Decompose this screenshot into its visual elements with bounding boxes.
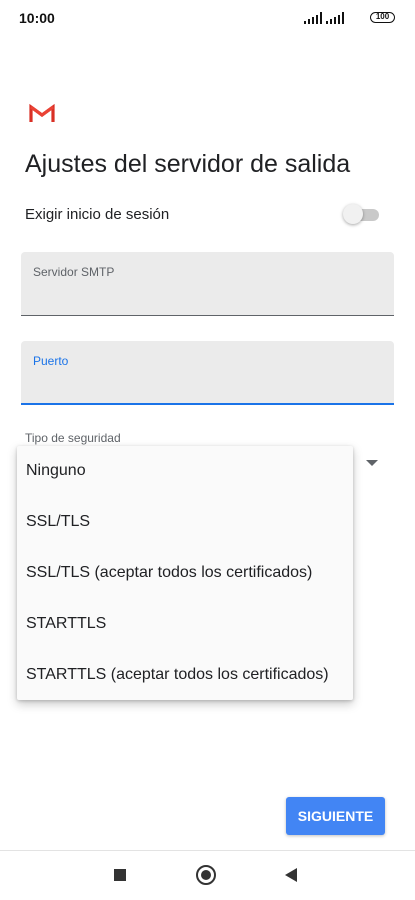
recent-apps-icon[interactable] [114, 869, 126, 881]
toggle-thumb [343, 204, 363, 224]
status-bar: 10:00 100 [0, 0, 415, 38]
page-title: Ajustes del servidor de salida [25, 150, 351, 178]
chevron-down-icon[interactable] [366, 460, 378, 466]
navigation-bar [0, 850, 415, 900]
security-type-dropdown: Ninguno SSL/TLS SSL/TLS (aceptar todos l… [17, 446, 353, 700]
screen: 10:00 100 Ajustes del servidor de salida… [0, 0, 415, 900]
signal-icon [326, 12, 344, 24]
require-login-toggle[interactable] [343, 203, 379, 225]
option-ssl-tls[interactable]: SSL/TLS [17, 497, 353, 547]
require-login-label: Exigir inicio de sesión [25, 206, 170, 223]
port-field[interactable]: Puerto [21, 341, 394, 405]
option-ssl-tls-all-certs[interactable]: SSL/TLS (aceptar todos los certificados) [17, 548, 353, 598]
option-none[interactable]: Ninguno [17, 446, 353, 496]
port-label: Puerto [33, 354, 69, 368]
option-starttls[interactable]: STARTTLS [17, 599, 353, 649]
signal-icon [304, 12, 322, 24]
gmail-icon [29, 103, 55, 122]
smtp-server-label: Servidor SMTP [33, 265, 115, 279]
next-button[interactable]: SIGUIENTE [286, 797, 385, 835]
home-icon[interactable] [196, 865, 216, 885]
smtp-server-field[interactable]: Servidor SMTP [21, 252, 394, 316]
status-time: 10:00 [19, 10, 55, 26]
battery-icon: 100 [370, 12, 395, 23]
option-starttls-all-certs[interactable]: STARTTLS (aceptar todos los certificados… [17, 650, 353, 700]
back-icon[interactable] [285, 868, 297, 882]
security-type-label: Tipo de seguridad [25, 431, 121, 445]
